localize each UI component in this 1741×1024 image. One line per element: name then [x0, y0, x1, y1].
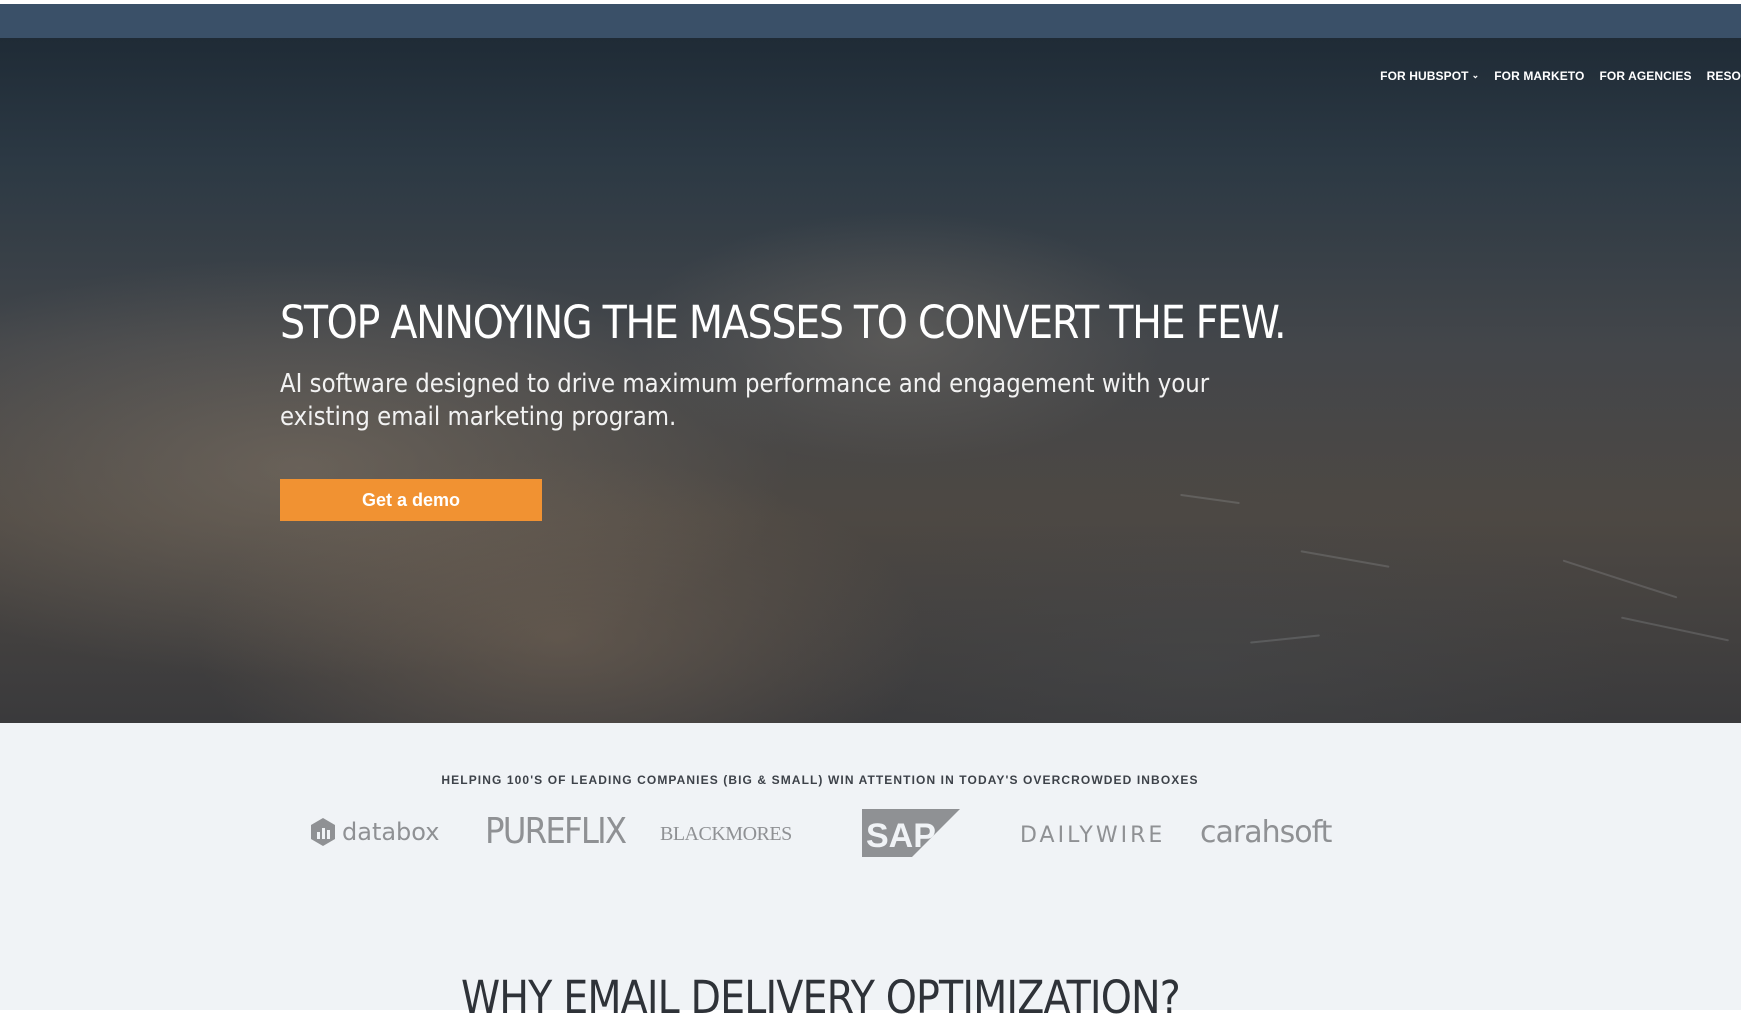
wave-decoration: [1620, 616, 1730, 642]
nav-item-label: FOR HUBSPOT: [1380, 69, 1469, 83]
nav-item-label: FOR MARKETO: [1494, 69, 1585, 83]
wave-decoration: [1180, 493, 1240, 505]
hero-section: FOR HUBSPOT ⌄ FOR MARKETO FOR AGENCIES R…: [0, 38, 1741, 723]
sap-logo: SAP: [862, 809, 960, 857]
get-a-demo-button[interactable]: Get a demo: [280, 479, 542, 521]
carahsoft-logo: carahsoft: [1200, 815, 1332, 850]
wave-decoration: [1250, 634, 1320, 644]
nav-item-for-marketo[interactable]: FOR MARKETO: [1494, 69, 1584, 83]
pureflix-logo: PUREFLIX: [485, 811, 627, 852]
nav-item-resources[interactable]: RESO: [1707, 69, 1741, 83]
databox-icon: [311, 818, 335, 846]
wave-decoration: [1300, 550, 1390, 568]
nav-item-for-hubspot[interactable]: FOR HUBSPOT ⌄: [1380, 69, 1479, 83]
hero-title: STOP ANNOYING THE MASSES TO CONVERT THE …: [280, 296, 1287, 349]
nav-item-label: RESO: [1706, 69, 1741, 83]
nav-item-for-agencies[interactable]: FOR AGENCIES: [1599, 69, 1691, 83]
top-bar: [0, 4, 1741, 38]
section-heading: WHY EMAIL DELIVERY OPTIMIZATION?: [0, 971, 1640, 1024]
customer-logos-section: HELPING 100'S OF LEADING COMPANIES (BIG …: [0, 723, 1741, 1024]
chevron-down-icon: ⌄: [1471, 69, 1480, 80]
section-heading-text: WHY EMAIL DELIVERY OPTIMIZATION?: [460, 971, 1181, 1024]
customer-tagline: HELPING 100'S OF LEADING COMPANIES (BIG …: [441, 773, 1199, 787]
sap-wordmark: SAP: [866, 817, 936, 855]
blackmores-logo: BLACKMORES: [660, 823, 792, 845]
databox-wordmark: databox: [342, 818, 440, 846]
hero-subtitle: AI software designed to drive maximum pe…: [280, 369, 1210, 432]
databox-logo: databox: [310, 817, 439, 847]
wave-decoration: [1562, 559, 1678, 599]
dailywire-logo: DAILYWIRE: [1020, 823, 1166, 848]
nav-item-label: FOR AGENCIES: [1599, 69, 1692, 83]
main-nav: FOR HUBSPOT ⌄ FOR MARKETO FOR AGENCIES R…: [1380, 69, 1741, 83]
